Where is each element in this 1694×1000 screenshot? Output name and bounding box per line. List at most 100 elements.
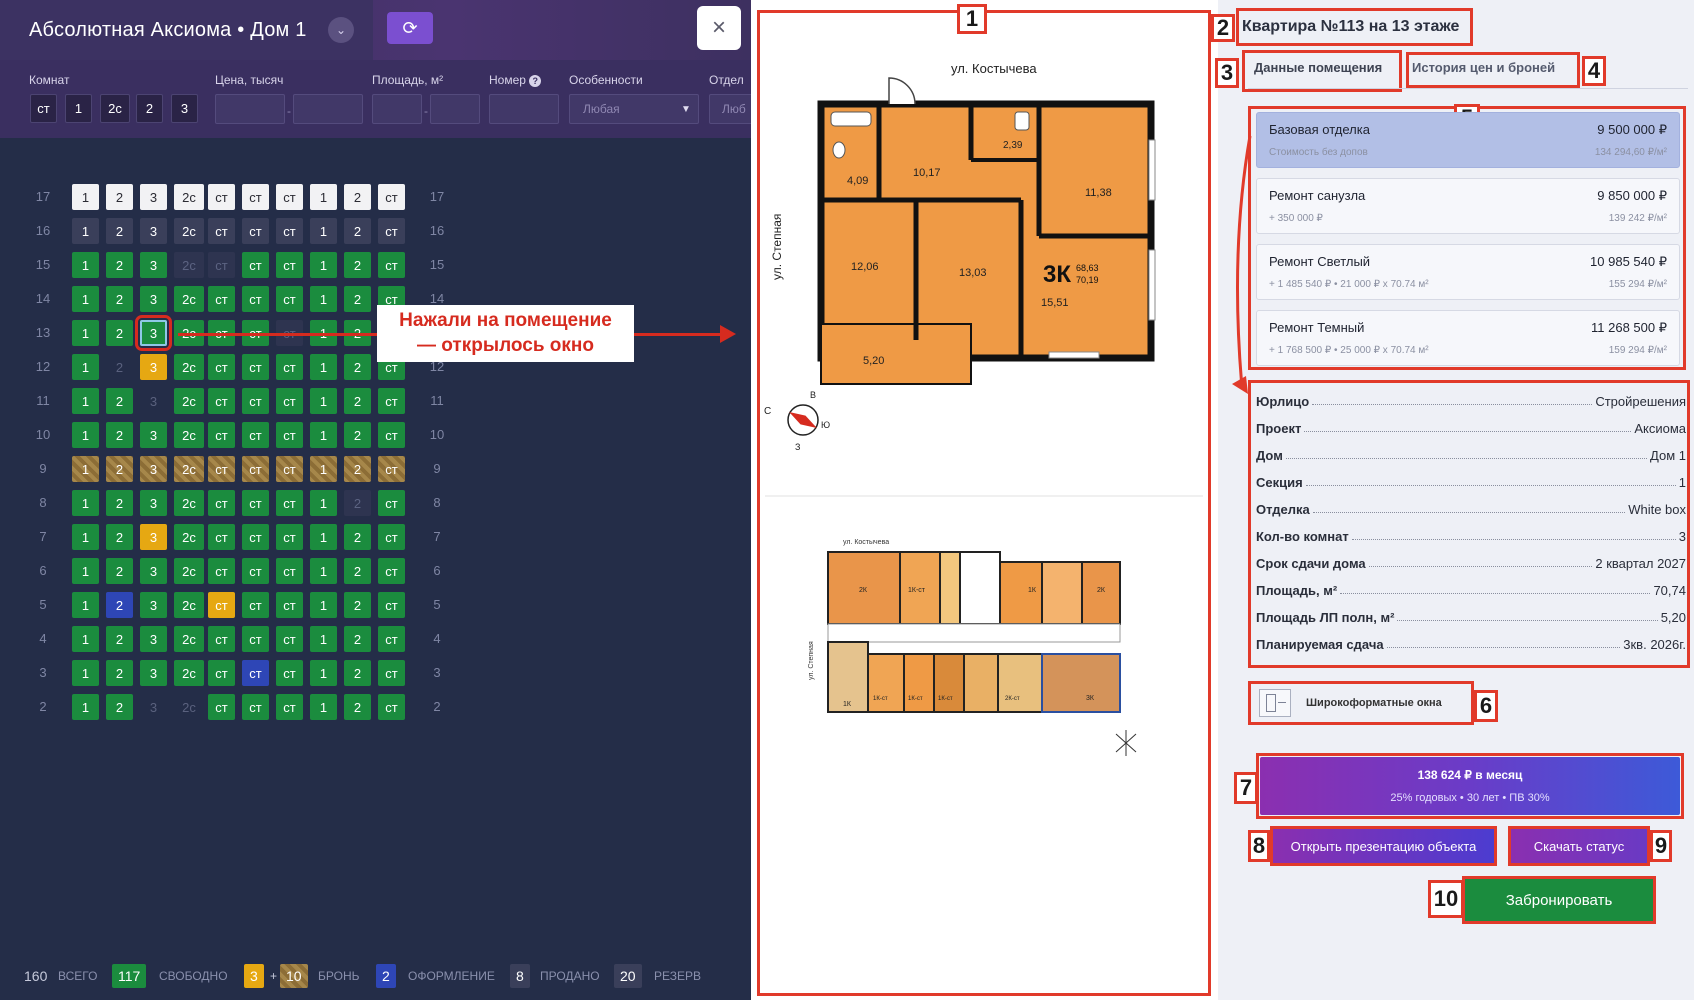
mortgage-calculator[interactable]: 138 624 ₽ в месяц 25% годовых • 30 лет •… — [1260, 757, 1680, 815]
apartment-cell[interactable]: 2 — [106, 252, 133, 278]
apartment-cell[interactable]: 2 — [344, 422, 371, 448]
price-option-card[interactable]: Ремонт Темный 11 268 500 ₽ + 1 768 500 ₽ •… — [1256, 310, 1680, 366]
apartment-cell[interactable]: 2 — [344, 286, 371, 312]
apartment-cell[interactable]: ст — [378, 592, 405, 618]
apartment-cell[interactable]: ст — [208, 388, 235, 414]
apartment-cell[interactable]: ст — [378, 490, 405, 516]
apartment-cell[interactable]: ст — [276, 422, 303, 448]
apartment-cell[interactable]: ст — [242, 388, 269, 414]
apartment-cell[interactable]: 2с — [174, 694, 204, 720]
apartment-cell[interactable]: 2 — [344, 558, 371, 584]
apartment-cell[interactable]: ст — [208, 184, 235, 210]
apartment-cell[interactable]: ст — [276, 286, 303, 312]
apartment-cell[interactable]: ст — [378, 626, 405, 652]
apartment-cell[interactable]: ст — [242, 660, 269, 686]
apartment-cell[interactable]: ст — [208, 626, 235, 652]
area-to-input[interactable] — [430, 94, 480, 124]
apartment-cell[interactable]: 2 — [106, 218, 133, 244]
apartment-cell[interactable]: 3 — [140, 524, 167, 550]
chevron-down-icon[interactable]: ⌄ — [328, 17, 354, 43]
room-filter-1[interactable]: 1 — [65, 94, 92, 123]
apartment-cell[interactable]: ст — [208, 354, 235, 380]
apartment-cell[interactable]: ст — [378, 694, 405, 720]
apartment-cell[interactable]: 1 — [310, 694, 337, 720]
apartment-cell[interactable]: ст — [378, 388, 405, 414]
apartment-cell[interactable]: 1 — [72, 626, 99, 652]
apartment-cell[interactable]: 1 — [72, 184, 99, 210]
apartment-cell[interactable]: 2с — [174, 184, 204, 210]
legend-reserve-count[interactable]: 20 — [614, 964, 642, 988]
apartment-cell[interactable]: 1 — [310, 388, 337, 414]
finish-select[interactable]: Люб — [709, 94, 751, 124]
apartment-cell[interactable]: 2с — [174, 524, 204, 550]
apartment-cell[interactable]: ст — [208, 524, 235, 550]
help-icon[interactable]: ? — [529, 75, 542, 87]
apartment-cell[interactable]: ст — [208, 422, 235, 448]
apartment-cell[interactable]: 2 — [106, 592, 133, 618]
apartment-cell[interactable]: 2с — [174, 252, 204, 278]
apartment-cell[interactable]: 2 — [106, 660, 133, 686]
apartment-cell[interactable]: 3 — [140, 218, 167, 244]
apartment-cell[interactable]: ст — [208, 558, 235, 584]
project-selector[interactable]: Абсолютная Аксиома • Дом 1 ⌄ — [0, 0, 373, 60]
apartment-cell[interactable]: ст — [276, 456, 303, 482]
apartment-cell[interactable]: ст — [242, 490, 269, 516]
apartment-cell[interactable]: ст — [378, 524, 405, 550]
apartment-cell[interactable]: 2 — [344, 626, 371, 652]
apartment-cell[interactable]: 3 — [140, 660, 167, 686]
apartment-cell[interactable]: 2 — [106, 354, 133, 380]
apartment-cell[interactable]: ст — [242, 558, 269, 584]
apartment-cell[interactable]: 2 — [106, 558, 133, 584]
apartment-cell[interactable]: 1 — [72, 354, 99, 380]
book-button[interactable]: Забронировать — [1462, 876, 1656, 924]
apartment-cell[interactable]: 2с — [174, 218, 204, 244]
apartment-cell[interactable]: 1 — [72, 388, 99, 414]
apartment-cell[interactable]: 1 — [310, 218, 337, 244]
apartment-cell[interactable]: 1 — [72, 286, 99, 312]
apartment-cell[interactable]: 3 — [140, 592, 167, 618]
legend-free-count[interactable]: 117 — [112, 964, 147, 988]
apartment-cell[interactable]: 2 — [344, 184, 371, 210]
apartment-cell[interactable]: 1 — [310, 422, 337, 448]
apartment-cell[interactable]: 1 — [310, 524, 337, 550]
apartment-cell[interactable]: ст — [378, 218, 405, 244]
apartment-cell[interactable]: 1 — [310, 184, 337, 210]
apartment-cell[interactable]: 2 — [106, 490, 133, 516]
apartment-cell[interactable]: 1 — [310, 286, 337, 312]
apartment-cell[interactable]: ст — [276, 184, 303, 210]
apartment-cell[interactable]: 1 — [72, 422, 99, 448]
apartment-cell[interactable]: 2 — [344, 524, 371, 550]
apartment-cell[interactable]: 2с — [174, 422, 204, 448]
apartment-cell[interactable]: 1 — [310, 490, 337, 516]
apartment-cell[interactable]: ст — [242, 524, 269, 550]
legend-sold-count[interactable]: 8 — [510, 964, 530, 988]
selected-apartment-cell[interactable]: 3 — [135, 315, 172, 351]
apartment-cell[interactable]: ст — [276, 660, 303, 686]
apartment-cell[interactable]: ст — [276, 490, 303, 516]
apartment-cell[interactable]: ст — [276, 626, 303, 652]
apartment-cell[interactable]: 1 — [72, 320, 99, 346]
price-option-card[interactable]: Ремонт санузла 9 850 000 ₽ + 350 000 ₽139 … — [1256, 178, 1680, 234]
apartment-cell[interactable]: 3 — [140, 184, 167, 210]
apartment-cell[interactable]: ст — [242, 286, 269, 312]
apartment-cell[interactable]: ст — [378, 252, 405, 278]
apartment-cell[interactable]: 2 — [344, 388, 371, 414]
room-filter-2[interactable]: 2 — [136, 94, 163, 123]
apartment-cell[interactable]: ст — [208, 592, 235, 618]
apartment-cell[interactable]: ст — [208, 218, 235, 244]
apartment-cell[interactable]: 2с — [174, 456, 204, 482]
apartment-cell[interactable]: ст — [276, 218, 303, 244]
apartment-cell[interactable]: ст — [208, 694, 235, 720]
apartment-cell[interactable]: ст — [242, 184, 269, 210]
apartment-cell[interactable]: 2 — [344, 354, 371, 380]
apartment-cell[interactable]: 2с — [174, 626, 204, 652]
apartment-cell[interactable]: 3 — [140, 456, 167, 482]
apartment-cell[interactable]: 1 — [72, 524, 99, 550]
apartment-cell[interactable]: 2 — [106, 422, 133, 448]
apartment-cell[interactable]: 1 — [310, 592, 337, 618]
apartment-cell[interactable]: 2с — [174, 558, 204, 584]
apartment-cell[interactable]: 2 — [106, 524, 133, 550]
apartment-cell[interactable]: ст — [378, 558, 405, 584]
apartment-cell[interactable]: ст — [276, 694, 303, 720]
number-input[interactable] — [489, 94, 559, 124]
